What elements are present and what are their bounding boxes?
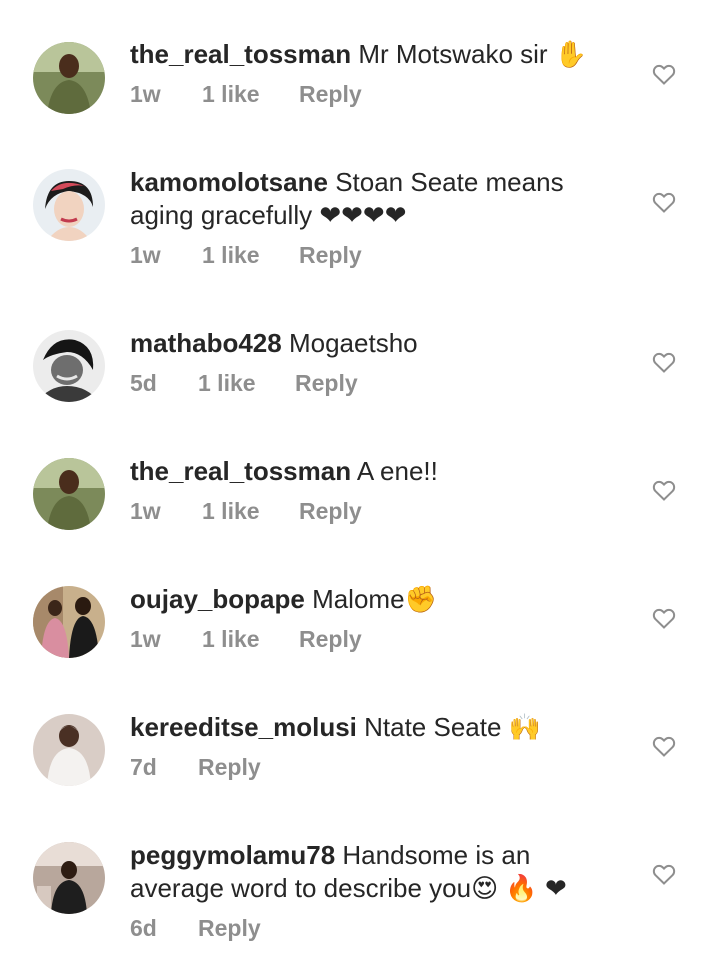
comment-username[interactable]: kereeditse_molusi xyxy=(130,712,357,742)
comment-username[interactable]: kamomolotsane xyxy=(130,167,328,197)
comment-likes[interactable]: 1 like xyxy=(202,498,299,525)
heart-outline-icon[interactable] xyxy=(652,607,676,629)
avatar[interactable] xyxy=(33,714,105,786)
heart-outline-icon[interactable] xyxy=(652,63,676,85)
comment-text: oujay_bopape Malome✊ xyxy=(130,583,630,616)
comment-time: 5d xyxy=(130,370,157,396)
comment-meta: 1w 1 like Reply xyxy=(130,242,630,269)
comment-meta: 5d 1 like Reply xyxy=(130,370,630,397)
avatar[interactable] xyxy=(33,458,105,530)
reply-button[interactable]: Reply xyxy=(198,754,261,781)
heart-outline-icon[interactable] xyxy=(652,863,676,885)
comment-message: Ntate Seate 🙌 xyxy=(364,712,542,742)
comment-time: 1w xyxy=(130,626,161,652)
comment-meta: 1w 1 like Reply xyxy=(130,81,630,108)
avatar[interactable] xyxy=(33,586,105,658)
avatar[interactable] xyxy=(33,842,105,914)
comment-text: kereeditse_molusi Ntate Seate 🙌 xyxy=(130,711,630,744)
heart-outline-icon[interactable] xyxy=(652,191,676,213)
comment-time: 1w xyxy=(130,242,161,268)
comment-message: Mr Motswako sir ✋ xyxy=(358,39,588,69)
comment-text: the_real_tossman A ene!! xyxy=(130,455,630,488)
comment-meta: 1w 1 like Reply xyxy=(130,626,630,653)
comment-message: Malome✊ xyxy=(312,584,437,614)
avatar[interactable] xyxy=(33,330,105,402)
comment-username[interactable]: peggymolamu78 xyxy=(130,840,335,870)
comment-message: Mogaetsho xyxy=(288,328,418,358)
comment-text: mathabo428 Mogaetsho xyxy=(130,327,630,360)
reply-button[interactable]: Reply xyxy=(295,370,358,397)
avatar[interactable] xyxy=(33,42,105,114)
avatar[interactable] xyxy=(33,169,105,241)
comment-time: 1w xyxy=(130,81,161,107)
comment-username[interactable]: oujay_bopape xyxy=(130,584,305,614)
comment-meta: 6d Reply xyxy=(130,915,630,942)
reply-button[interactable]: Reply xyxy=(299,626,362,653)
comment-time: 7d xyxy=(130,754,157,780)
comment-message: A ene!! xyxy=(356,456,438,486)
comment-likes[interactable]: 1 like xyxy=(202,626,299,653)
comment-text: peggymolamu78 Handsome is an average wor… xyxy=(130,839,630,905)
comment-username[interactable]: the_real_tossman xyxy=(130,39,351,69)
heart-outline-icon[interactable] xyxy=(652,351,676,373)
heart-outline-icon[interactable] xyxy=(652,479,676,501)
reply-button[interactable]: Reply xyxy=(299,242,362,269)
reply-button[interactable]: Reply xyxy=(299,498,362,525)
comment-time: 6d xyxy=(130,915,157,941)
comment-text: the_real_tossman Mr Motswako sir ✋ xyxy=(130,38,630,71)
comment-likes[interactable]: 1 like xyxy=(202,242,299,269)
comment-meta: 7d Reply xyxy=(130,754,630,781)
reply-button[interactable]: Reply xyxy=(299,81,362,108)
reply-button[interactable]: Reply xyxy=(198,915,261,942)
comment-text: kamomolotsane Stoan Seate means aging gr… xyxy=(130,166,630,232)
comment-meta: 1w 1 like Reply xyxy=(130,498,630,525)
comment-likes[interactable]: 1 like xyxy=(202,81,299,108)
comment-likes[interactable]: 1 like xyxy=(198,370,295,397)
comment-username[interactable]: the_real_tossman xyxy=(130,456,351,486)
heart-outline-icon[interactable] xyxy=(652,735,676,757)
comment-username[interactable]: mathabo428 xyxy=(130,328,282,358)
comment-time: 1w xyxy=(130,498,161,524)
